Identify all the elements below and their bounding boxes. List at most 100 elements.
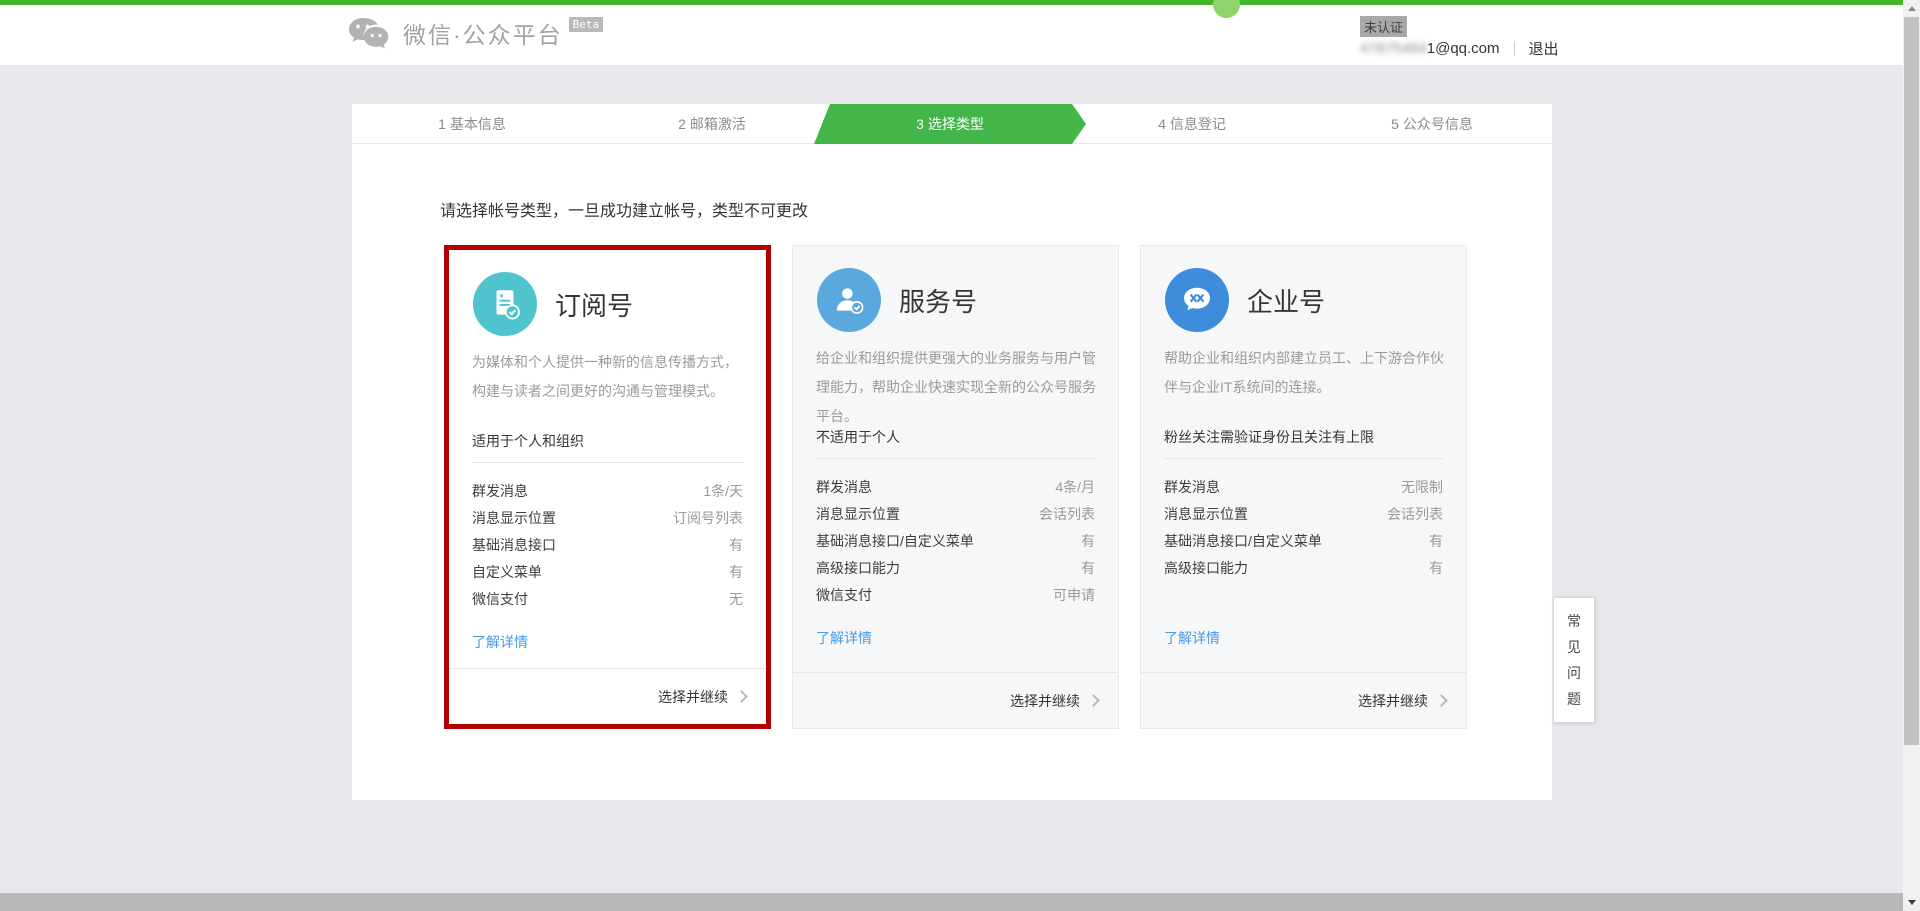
spec-value: 可申请 bbox=[1053, 585, 1095, 605]
account-type-cards: 订阅号 为媒体和个人提供一种新的信息传播方式，构建与读者之间更好的沟通与管理模式… bbox=[444, 245, 1467, 729]
card-subscription-account[interactable]: 订阅号 为媒体和个人提供一种新的信息传播方式，构建与读者之间更好的沟通与管理模式… bbox=[444, 245, 771, 729]
spec-value: 4条/月 bbox=[1055, 477, 1095, 497]
bottom-gray-bar bbox=[0, 893, 1920, 911]
spec-row: 基础消息接口/自定义菜单 有 bbox=[1164, 527, 1443, 554]
card-title: 服务号 bbox=[899, 282, 977, 319]
learn-more-link[interactable]: 了解详情 bbox=[1164, 628, 1220, 648]
chat-bubble-xx-icon bbox=[1165, 268, 1229, 332]
card-description: 帮助企业和组织内部建立员工、上下游合作伙伴与企业IT系统间的连接。 bbox=[1164, 344, 1445, 402]
spec-label: 基础消息接口 bbox=[472, 535, 556, 555]
learn-more-link[interactable]: 了解详情 bbox=[816, 628, 872, 648]
person-check-icon bbox=[817, 268, 881, 332]
spec-label: 微信支付 bbox=[472, 589, 528, 609]
brand: 微信·公众平台 Beta bbox=[347, 15, 603, 60]
header-divider bbox=[1514, 41, 1515, 56]
card-suitability: 适用于个人和组织 bbox=[472, 431, 584, 451]
select-and-continue-label: 选择并继续 bbox=[1010, 691, 1080, 711]
wechat-logo-icon bbox=[347, 15, 393, 60]
spec-label: 消息显示位置 bbox=[816, 504, 900, 524]
account-email-suffix: 1@qq.com bbox=[1427, 40, 1500, 57]
select-and-continue-button[interactable]: 选择并继续 bbox=[449, 668, 766, 724]
select-and-continue-label: 选择并继续 bbox=[658, 687, 728, 707]
spec-value: 会话列表 bbox=[1039, 504, 1095, 524]
spec-value: 有 bbox=[1081, 531, 1095, 551]
spec-value: 有 bbox=[729, 535, 743, 555]
card-enterprise-account[interactable]: 企业号 帮助企业和组织内部建立员工、上下游合作伙伴与企业IT系统间的连接。 粉丝… bbox=[1140, 245, 1467, 729]
step-5-account-info: 5 公众号信息 bbox=[1312, 104, 1552, 143]
spec-label: 消息显示位置 bbox=[1164, 504, 1248, 524]
card-spec-list: 群发消息 4条/月 消息显示位置 会话列表 基础消息接口/自定义菜单 有 高级接… bbox=[816, 473, 1095, 608]
scrollbar-up-arrow[interactable] bbox=[1903, 0, 1920, 17]
spec-value: 会话列表 bbox=[1387, 504, 1443, 524]
spec-value: 1条/天 bbox=[703, 481, 743, 501]
spec-value: 有 bbox=[1429, 558, 1443, 578]
card-spec-list: 群发消息 1条/天 消息显示位置 订阅号列表 基础消息接口 有 自定义菜单 有 bbox=[472, 477, 743, 612]
spec-label: 基础消息接口/自定义菜单 bbox=[1164, 531, 1322, 551]
spec-row: 群发消息 无限制 bbox=[1164, 473, 1443, 500]
faq-tab[interactable]: 常见问题 bbox=[1553, 597, 1595, 723]
spec-label: 基础消息接口/自定义菜单 bbox=[816, 531, 974, 551]
card-service-account[interactable]: 服务号 给企业和组织提供更强大的业务服务与用户管理能力，帮助企业快速实现全新的公… bbox=[792, 245, 1119, 729]
learn-more-link[interactable]: 了解详情 bbox=[472, 632, 528, 652]
card-spec-list: 群发消息 无限制 消息显示位置 会话列表 基础消息接口/自定义菜单 有 高级接口… bbox=[1164, 473, 1443, 581]
card-divider bbox=[1164, 458, 1443, 459]
faq-tab-label: 常见问题 bbox=[1566, 608, 1582, 712]
card-suitability: 不适用于个人 bbox=[816, 427, 900, 447]
spec-row: 基础消息接口/自定义菜单 有 bbox=[816, 527, 1095, 554]
spec-row: 群发消息 1条/天 bbox=[472, 477, 743, 504]
spec-label: 群发消息 bbox=[1164, 477, 1220, 497]
step-1-basic-info: 1 基本信息 bbox=[352, 104, 592, 143]
spec-label: 高级接口能力 bbox=[816, 558, 900, 578]
spec-row: 高级接口能力 有 bbox=[1164, 554, 1443, 581]
spec-label: 微信支付 bbox=[816, 585, 872, 605]
beta-badge: Beta bbox=[569, 17, 604, 32]
account-status-badge: 未认证 bbox=[1360, 16, 1407, 37]
document-check-icon bbox=[473, 272, 537, 336]
chevron-right-icon bbox=[1435, 694, 1448, 707]
spec-row: 微信支付 可申请 bbox=[816, 581, 1095, 608]
card-head: 订阅号 bbox=[473, 272, 633, 336]
spec-row: 微信支付 无 bbox=[472, 585, 743, 612]
brand-title: 微信·公众平台 bbox=[403, 15, 563, 55]
spec-row: 消息显示位置 会话列表 bbox=[1164, 500, 1443, 527]
select-and-continue-button[interactable]: 选择并继续 bbox=[793, 672, 1118, 728]
card-divider bbox=[816, 458, 1095, 459]
instruction-text: 请选择帐号类型，一旦成功建立帐号，类型不可更改 bbox=[440, 197, 808, 221]
spec-label: 自定义菜单 bbox=[472, 562, 542, 582]
spec-label: 群发消息 bbox=[472, 481, 528, 501]
step-4-info-registration: 4 信息登记 bbox=[1072, 104, 1312, 143]
step-2-email-activation: 2 邮箱激活 bbox=[592, 104, 832, 143]
spec-row: 自定义菜单 有 bbox=[472, 558, 743, 585]
wechat-mp-registration-page: 微信·公众平台 Beta 未认证 47875464 1@qq.com 退出 1 … bbox=[0, 0, 1920, 911]
spec-value: 无 bbox=[729, 589, 743, 609]
spec-value: 订阅号列表 bbox=[673, 508, 743, 528]
card-head: 服务号 bbox=[817, 268, 977, 332]
logout-link[interactable]: 退出 bbox=[1529, 38, 1559, 59]
card-head: 企业号 bbox=[1165, 268, 1325, 332]
spec-row: 消息显示位置 会话列表 bbox=[816, 500, 1095, 527]
spec-row: 群发消息 4条/月 bbox=[816, 473, 1095, 500]
card-title: 企业号 bbox=[1247, 282, 1325, 319]
top-accent-bar bbox=[0, 0, 1920, 5]
chevron-right-icon bbox=[735, 690, 748, 703]
scrollbar-thumb[interactable] bbox=[1904, 17, 1919, 745]
card-description: 为媒体和个人提供一种新的信息传播方式，构建与读者之间更好的沟通与管理模式。 bbox=[472, 348, 745, 406]
card-description: 给企业和组织提供更强大的业务服务与用户管理能力，帮助企业快速实现全新的公众号服务… bbox=[816, 344, 1097, 431]
step-progress-bar: 1 基本信息 2 邮箱激活 4 信息登记 5 公众号信息 3 选择类型 bbox=[352, 104, 1552, 144]
card-title: 订阅号 bbox=[555, 286, 633, 323]
vertical-scrollbar[interactable] bbox=[1903, 0, 1920, 911]
spec-value: 有 bbox=[729, 562, 743, 582]
spec-value: 有 bbox=[1081, 558, 1095, 578]
select-and-continue-label: 选择并继续 bbox=[1358, 691, 1428, 711]
spec-row: 高级接口能力 有 bbox=[816, 554, 1095, 581]
scrollbar-down-arrow[interactable] bbox=[1903, 894, 1920, 911]
step-3-choose-type-active: 3 选择类型 bbox=[814, 104, 1086, 144]
header: 微信·公众平台 Beta 未认证 47875464 1@qq.com 退出 bbox=[0, 5, 1920, 65]
card-divider bbox=[472, 462, 743, 463]
account-email-redacted: 47875464 bbox=[1360, 40, 1427, 57]
spec-value: 有 bbox=[1429, 531, 1443, 551]
chevron-right-icon bbox=[1087, 694, 1100, 707]
spec-label: 高级接口能力 bbox=[1164, 558, 1248, 578]
select-and-continue-button[interactable]: 选择并继续 bbox=[1141, 672, 1466, 728]
account-row: 47875464 1@qq.com 退出 bbox=[1360, 38, 1559, 59]
